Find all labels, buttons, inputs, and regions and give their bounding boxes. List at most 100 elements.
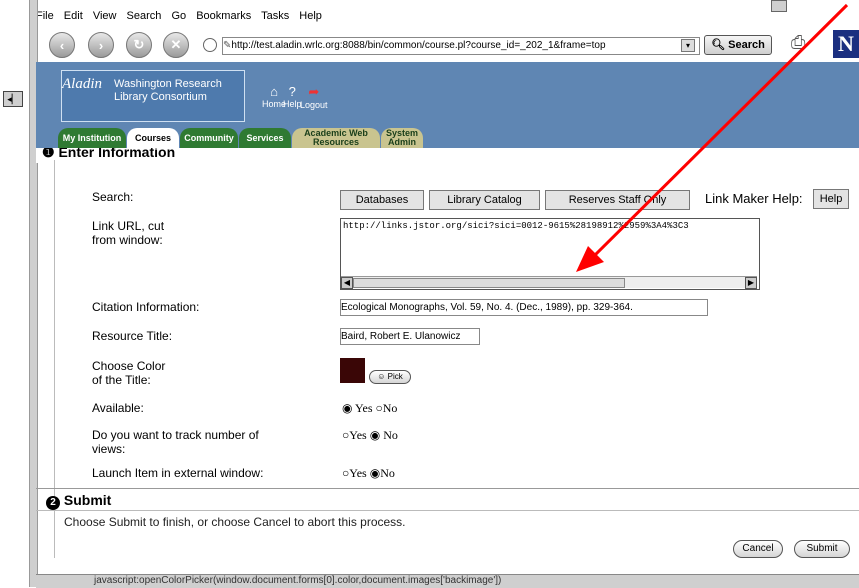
sidebar-toggle-icon[interactable]: ◂▏ <box>3 91 23 107</box>
section-title: ❶ Enter Information <box>42 148 175 161</box>
back-icon[interactable]: ‹ <box>49 32 75 58</box>
submit-section-title: 2 Submit <box>46 492 111 510</box>
track-no-label: No <box>383 428 398 442</box>
submit-button[interactable]: Submit <box>794 540 850 558</box>
help-label: Help <box>283 99 302 109</box>
resource-title-value: Baird, Robert E. Ulanowicz <box>341 331 461 342</box>
menu-edit[interactable]: Edit <box>64 10 83 22</box>
menu-bookmarks[interactable]: Bookmarks <box>196 10 251 22</box>
tab-label: My Institution <box>62 132 122 143</box>
tab-my-institution[interactable]: My Institution <box>58 128 126 148</box>
tab-courses[interactable]: Courses <box>127 128 179 148</box>
tab-label: Community <box>184 132 234 143</box>
resource-title-input[interactable]: Baird, Robert E. Ulanowicz <box>340 328 480 345</box>
launch-yes-label: Yes <box>349 466 367 480</box>
status-bar: javascript:openColorPicker(window.docume… <box>36 574 859 588</box>
tab-label: Services <box>246 132 284 143</box>
tab-label: Courses <box>134 132 171 143</box>
tab-services[interactable]: Services <box>239 128 291 148</box>
reserves-staff-button[interactable]: Reserves Staff Only <box>545 190 690 210</box>
window-scroll-handle[interactable] <box>771 0 787 12</box>
menu-view[interactable]: View <box>93 10 117 22</box>
tab-label: System Admin <box>385 128 419 147</box>
tab-academic-web-resources[interactable]: Academic Web Resources <box>292 128 380 148</box>
logout-label: Logout <box>300 100 328 110</box>
cancel-button[interactable]: Cancel <box>733 540 783 558</box>
logo-line-2: Library Consortium <box>114 91 207 103</box>
track-no-radio[interactable]: ◉ <box>370 428 380 442</box>
logo-line-1: Washington Research <box>114 78 222 90</box>
section-title-text: Enter Information <box>58 148 176 160</box>
resource-title-label: Resource Title: <box>92 329 173 343</box>
scroll-right-icon[interactable]: ▶ <box>745 277 757 289</box>
magnifier-icon: 🔍︎ <box>711 39 726 51</box>
menu-file[interactable]: File <box>36 10 54 22</box>
citation-label: Citation Information: <box>92 300 200 314</box>
databases-button[interactable]: Databases <box>340 190 424 210</box>
available-no-label: No <box>382 401 398 415</box>
tab-system-admin[interactable]: System Admin <box>381 128 423 148</box>
help-link[interactable]: ? Help <box>283 84 302 109</box>
url-text: http://test.aladin.wrlc.org:8088/bin/com… <box>231 40 606 51</box>
help-button[interactable]: Help <box>813 189 849 209</box>
step-1-icon: ❶ <box>42 148 55 160</box>
menu-go[interactable]: Go <box>171 10 186 22</box>
submit-hint: Choose Submit to finish, or choose Cance… <box>64 515 406 529</box>
color-label-line2: of the Title: <box>92 373 151 387</box>
citation-input[interactable]: Ecological Monographs, Vol. 59, No. 4. (… <box>340 299 708 316</box>
print-icon[interactable]: ⎙ <box>791 32 821 54</box>
link-url-label-line1: Link URL, cut <box>92 219 165 233</box>
submit-title-text: Submit <box>63 492 112 508</box>
page-proxy-icon <box>203 38 217 52</box>
browser-logo: N <box>833 30 859 58</box>
pick-button[interactable]: ☺ Pick <box>369 370 411 384</box>
available-label: Available: <box>92 401 144 415</box>
browser-search-label: Search <box>728 39 765 51</box>
tab-label: Academic Web Resources <box>304 128 368 147</box>
available-radio-group: ◉ Yes ○No <box>342 401 397 416</box>
menu-bar: File Edit View Search Go Bookmarks Tasks… <box>36 10 329 26</box>
scroll-thumb[interactable] <box>353 278 625 288</box>
scroll-left-icon[interactable]: ◀ <box>341 277 353 289</box>
search-label: Search: <box>92 190 134 204</box>
link-url-label: Link URL, cut from window: <box>92 219 164 247</box>
reload-icon[interactable]: ↻ <box>126 32 152 58</box>
available-yes-radio[interactable]: ◉ <box>342 401 352 415</box>
pick-label: Pick <box>387 372 403 381</box>
menu-search[interactable]: Search <box>127 10 162 22</box>
color-label: Choose Color of the Title: <box>92 359 165 387</box>
step-2-icon: 2 <box>46 496 60 510</box>
available-no-radio[interactable]: ○ <box>376 401 383 415</box>
launch-radio-group: ○Yes ◉No <box>342 466 395 481</box>
divider <box>36 510 859 511</box>
url-dropdown-icon[interactable]: ▾ <box>681 39 695 52</box>
help-icon: ? <box>288 84 296 99</box>
menu-help[interactable]: Help <box>299 10 322 22</box>
track-views-label: Do you want to track number of views: <box>92 428 259 456</box>
launch-external-label: Launch Item in external window: <box>92 466 264 480</box>
launch-no-label: No <box>380 466 395 480</box>
library-catalog-button[interactable]: Library Catalog <box>429 190 540 210</box>
launch-no-radio[interactable]: ◉ <box>370 466 380 480</box>
pick-icon: ☺ <box>377 372 386 381</box>
logout-link[interactable]: ➦ Logout <box>300 84 328 110</box>
logout-icon: ➦ <box>308 84 320 99</box>
tab-community[interactable]: Community <box>180 128 238 148</box>
link-maker-help-label: Link Maker Help: <box>705 191 803 206</box>
color-label-line1: Choose Color <box>92 359 166 373</box>
logo-script: Aladin <box>62 76 102 92</box>
track-label-line1: Do you want to track number of <box>92 428 259 442</box>
forward-icon[interactable]: › <box>88 32 114 58</box>
link-url-scrollbar[interactable]: ◀ ▶ <box>341 276 757 289</box>
stop-icon[interactable]: ✕ <box>163 32 189 58</box>
available-yes-label: Yes <box>355 401 373 415</box>
status-text: javascript:openColorPicker(window.docume… <box>94 575 502 586</box>
browser-search-button[interactable]: 🔍︎ Search <box>704 35 772 55</box>
divider <box>36 488 859 489</box>
section-enter-information: ❶ Enter Information <box>36 148 859 163</box>
url-field[interactable]: ✎http://test.aladin.wrlc.org:8088/bin/co… <box>222 37 700 55</box>
menu-tasks[interactable]: Tasks <box>261 10 289 22</box>
color-swatch <box>340 358 365 383</box>
track-yes-label: Yes <box>349 428 367 442</box>
link-url-value: http://links.jstor.org/sici?sici=0012-96… <box>343 221 689 231</box>
